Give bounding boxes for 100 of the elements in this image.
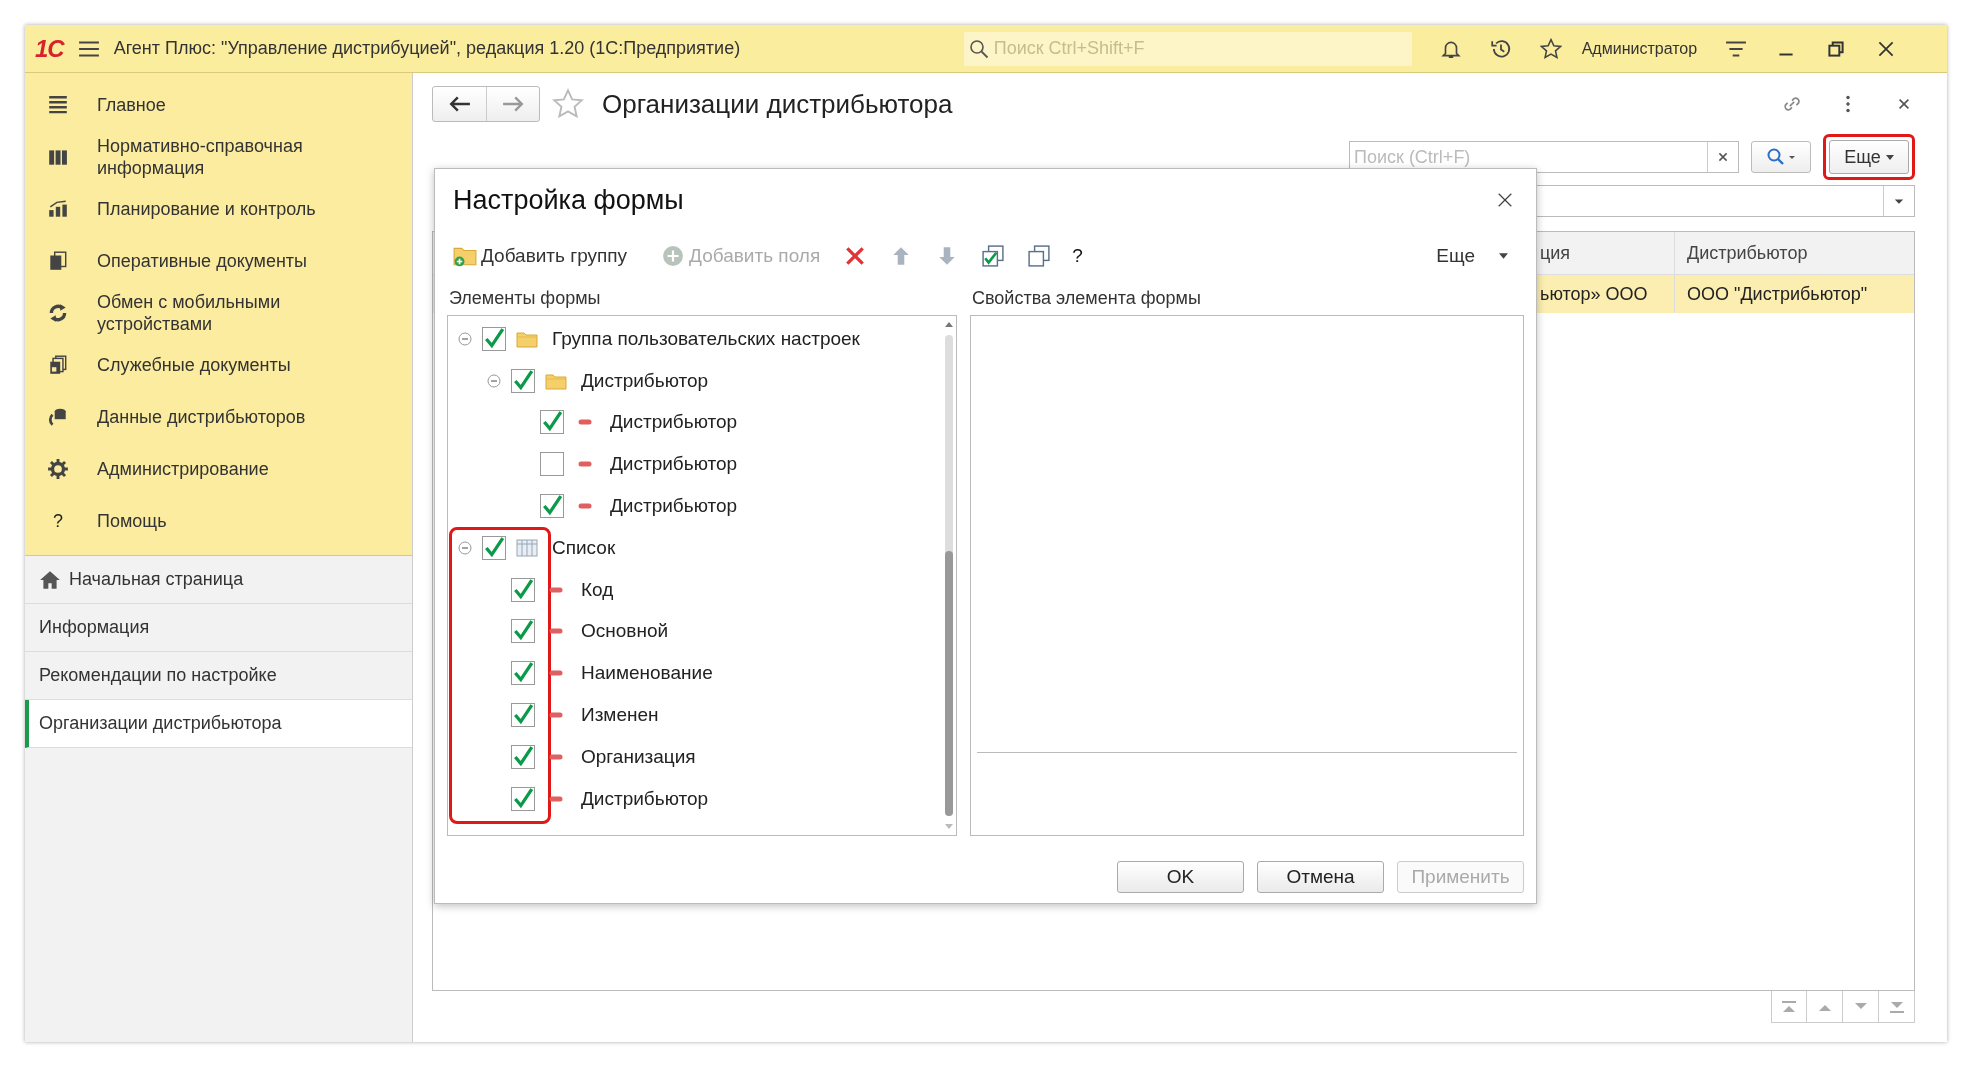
tree-item[interactable]: Код	[581, 578, 614, 601]
dialog-button[interactable]: Отмена	[1257, 861, 1384, 893]
triangle-up-icon[interactable]	[945, 322, 953, 327]
field-icon	[549, 795, 563, 802]
field-icon	[549, 712, 563, 719]
arrow-left-icon	[448, 96, 471, 112]
database-icon	[47, 406, 69, 428]
triangle-down-icon[interactable]	[945, 824, 953, 829]
checkbox[interactable]	[511, 661, 535, 686]
star-icon[interactable]	[1539, 37, 1562, 60]
field-icon	[578, 461, 592, 468]
section-link[interactable]: Нормативно-справочная информация	[97, 135, 357, 179]
star-icon[interactable]	[552, 88, 584, 120]
field-icon	[549, 753, 563, 760]
search-icon	[968, 38, 989, 59]
delete-icon[interactable]	[844, 245, 867, 267]
checkbox[interactable]	[511, 744, 535, 769]
checkbox[interactable]	[540, 452, 564, 477]
checkbox[interactable]	[540, 494, 564, 519]
section-link[interactable]: Планирование и контроль	[97, 198, 357, 220]
scroll-top-button[interactable]	[1771, 991, 1807, 1023]
tree-item[interactable]: Организация	[581, 745, 696, 768]
tree-item[interactable]: Группа пользовательских настроек	[552, 327, 860, 350]
arrow-right-icon	[502, 96, 524, 112]
open-page-tab[interactable]: Начальная страница	[25, 556, 412, 604]
user-name[interactable]: Администратор	[1581, 39, 1698, 58]
search-field[interactable]: Поиск Ctrl+Shift+F	[963, 31, 1412, 66]
home-icon	[39, 569, 61, 590]
bar-chart-icon	[47, 198, 69, 220]
sync-icon	[47, 302, 69, 324]
history-icon[interactable]	[1489, 37, 1512, 60]
collapse-icon[interactable]	[458, 540, 472, 555]
more-button[interactable]: Еще	[1430, 244, 1514, 268]
checkbox[interactable]	[482, 535, 506, 560]
documents-icon	[47, 354, 69, 376]
close-icon[interactable]	[1496, 191, 1514, 209]
table-cell-text: ьютор» ООО	[1539, 283, 1649, 305]
tree-item[interactable]: Основной	[581, 620, 669, 643]
tree-item[interactable]: Дистрибьютор	[581, 369, 709, 392]
check-all-icon[interactable]	[982, 245, 1005, 267]
tree-item[interactable]: Дистрибьютор	[610, 495, 738, 518]
field-icon	[549, 586, 563, 593]
checkbox[interactable]	[511, 577, 535, 602]
scroll-up-button[interactable]	[1807, 991, 1843, 1023]
section-link[interactable]: Данные дистрибьюторов	[97, 406, 357, 428]
search-icon	[1766, 147, 1796, 167]
plus-icon	[661, 245, 686, 267]
folder-icon	[545, 371, 567, 390]
folder-icon	[516, 329, 538, 348]
open-page-tab[interactable]: Информация	[25, 604, 412, 652]
caret-icon	[1885, 155, 1894, 161]
tree-item[interactable]: Дистрибьютор	[610, 411, 738, 434]
more-button[interactable]: Еще	[1829, 140, 1909, 174]
tree-item[interactable]: Изменен	[581, 704, 659, 727]
column-header[interactable]: ция	[1536, 242, 1674, 264]
checkbox[interactable]	[511, 703, 535, 728]
menu-icon[interactable]	[77, 39, 100, 58]
section-link[interactable]: Администрирование	[97, 458, 357, 480]
scroll-bottom-button[interactable]	[1879, 991, 1915, 1023]
section-label: Элементы формы	[448, 286, 602, 310]
field-icon	[578, 419, 592, 426]
table-icon	[516, 538, 538, 557]
search-button[interactable]	[1751, 141, 1811, 173]
scroll-top-icon	[1779, 1000, 1799, 1013]
checkbox[interactable]	[540, 410, 564, 435]
tree-item[interactable]: Наименование	[581, 662, 713, 685]
open-page-tab[interactable]: Организации дистрибьютора	[25, 700, 412, 748]
checkbox[interactable]	[482, 326, 506, 351]
section-link[interactable]: Обмен с мобильными устройствами	[97, 291, 357, 335]
table-cell: ООО "Дистрибьютор"	[1674, 275, 1868, 313]
uncheck-all-icon[interactable]	[1028, 245, 1051, 267]
caret-icon	[1499, 253, 1508, 259]
checkbox[interactable]	[511, 619, 535, 644]
dialog-title: Настройка формы	[453, 184, 685, 216]
help-button[interactable]: ?	[1066, 245, 1089, 267]
checkbox[interactable]	[511, 786, 535, 811]
section-link[interactable]: Оперативные документы	[97, 250, 357, 272]
tree-item[interactable]: Дистрибьютор	[581, 787, 709, 810]
window-title: Агент Плюс: "Управление дистрибуцией", редакция 1.20 (1С:Предприятие)	[113, 38, 742, 59]
section-label: Свойства элемента формы	[971, 286, 1202, 310]
section-link[interactable]: Главное	[97, 94, 357, 116]
field-icon	[578, 503, 592, 510]
documents-icon	[47, 250, 69, 272]
section-link[interactable]: Помощь	[97, 510, 357, 532]
tree-item[interactable]: Дистрибьютор	[610, 453, 738, 476]
collapse-icon[interactable]	[487, 373, 501, 388]
help-icon: ?	[47, 510, 63, 532]
logo: 1С	[35, 34, 64, 63]
checkbox[interactable]	[511, 368, 535, 393]
menu-icon	[47, 94, 69, 116]
collapse-icon[interactable]	[458, 331, 472, 346]
column-header[interactable]: Дистрибьютор	[1674, 232, 1808, 274]
dialog-button[interactable]: OK	[1117, 861, 1244, 893]
scroll-down-button[interactable]	[1843, 991, 1879, 1023]
field-icon	[549, 670, 563, 677]
page-title: Организации дистрибьютора	[602, 88, 953, 120]
field-icon	[549, 628, 563, 635]
tree-item[interactable]: Список	[552, 536, 616, 559]
section-link[interactable]: Служебные документы	[97, 354, 357, 376]
add-group-button[interactable]: Добавить группу	[453, 245, 628, 267]
